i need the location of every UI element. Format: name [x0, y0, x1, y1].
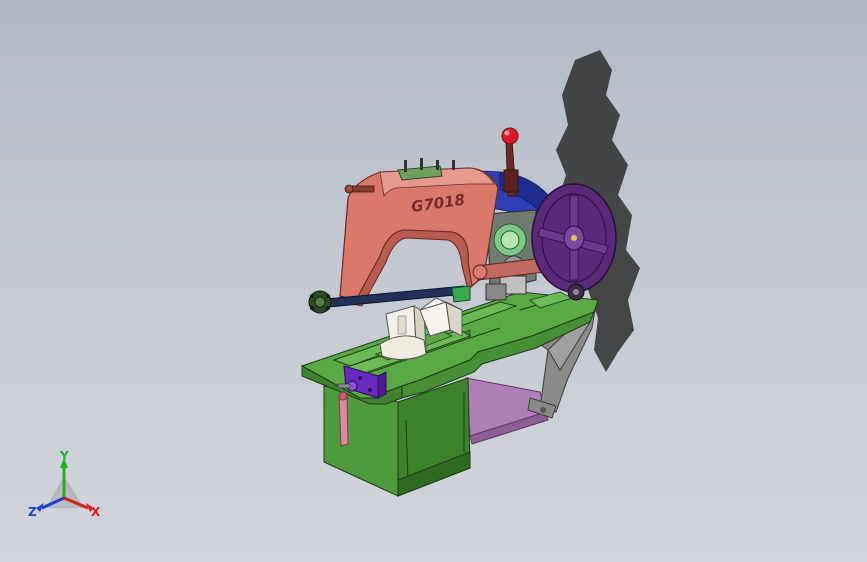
tension-bolt[interactable] [344, 184, 375, 194]
blade-tension-knob[interactable] [308, 290, 332, 314]
flywheel[interactable] [531, 183, 617, 293]
gearbox[interactable] [485, 209, 537, 301]
lever-knob-ball[interactable] [501, 127, 519, 145]
z-axis-label: Z [28, 505, 37, 519]
cad-scene[interactable]: G7018 Y X Z [0, 0, 867, 562]
control-lever[interactable] [503, 139, 519, 197]
lower-pulley[interactable] [567, 283, 585, 301]
orientation-triad[interactable]: Y X Z [28, 449, 101, 519]
cad-viewport[interactable]: G7018 Y X Z [0, 0, 867, 562]
vise-jaw-clamp[interactable] [379, 305, 427, 360]
x-axis-label: X [91, 505, 101, 519]
y-axis-label: Y [59, 449, 69, 463]
